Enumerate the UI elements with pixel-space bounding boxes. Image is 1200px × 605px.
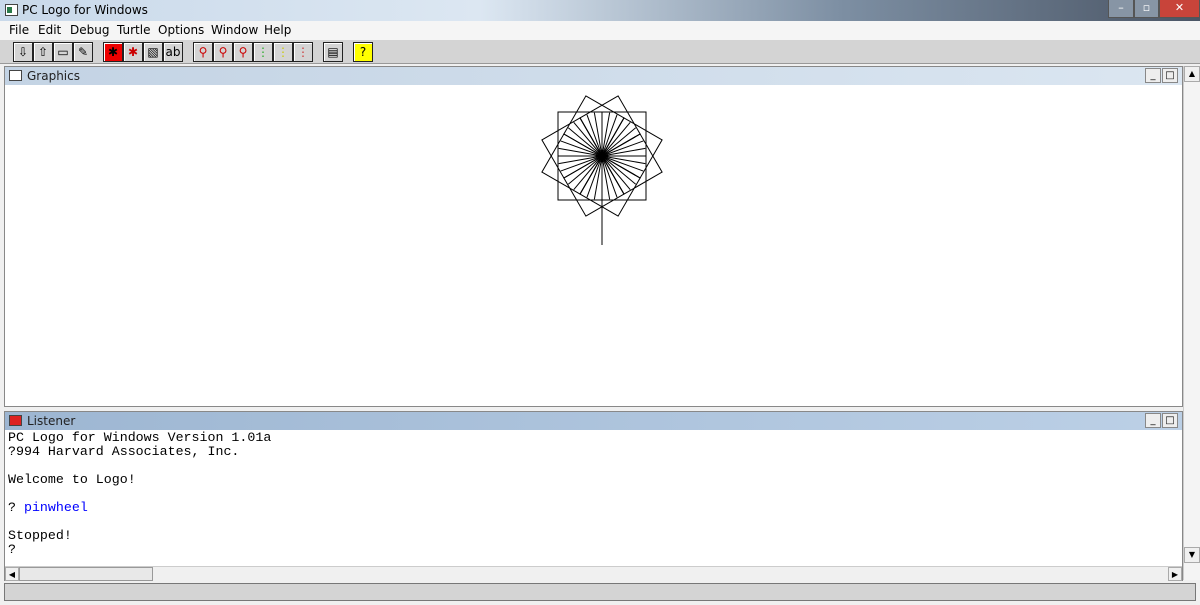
horizontal-scrollbar[interactable]: ◀ ▶ — [5, 566, 1182, 581]
turtle-icon: ✱ — [127, 45, 139, 59]
horizontal-scroll-thumb[interactable] — [19, 567, 153, 581]
output-text: PC Logo for Windows Version 1.01a — [8, 430, 272, 445]
menu-bar: File Edit Debug Turtle Options Window He… — [0, 21, 1200, 40]
listener-line — [8, 487, 1179, 501]
listener-line — [8, 515, 1179, 529]
listener-line: Stopped! — [8, 529, 1179, 543]
print-icon: ▭ — [57, 45, 69, 59]
graphics-maximize-button[interactable]: □ — [1162, 68, 1178, 83]
edit-button[interactable]: ✎ — [73, 42, 93, 62]
load-icon: ⇩ — [17, 45, 29, 59]
vertical-scrollbar[interactable]: ▲ ▼ — [1183, 66, 1200, 580]
stop-light-icon: ⋮ — [297, 45, 309, 59]
graphics-window-icon: ▤ — [327, 45, 339, 59]
output-text: ?994 Harvard Associates, Inc. — [8, 444, 240, 459]
scroll-up-button[interactable]: ▲ — [1184, 66, 1200, 82]
graphics-window-button[interactable]: ▤ — [323, 42, 343, 62]
go-light-button[interactable]: ⋮ — [253, 42, 273, 62]
scroll-left-button[interactable]: ◀ — [5, 567, 19, 581]
menu-help[interactable]: Help — [264, 23, 291, 37]
output-text: ? — [8, 542, 16, 557]
output-text: Welcome to Logo! — [8, 472, 136, 487]
pattern-button[interactable]: ▧ — [143, 42, 163, 62]
listener-caption: Listener _ □ — [5, 412, 1182, 430]
save-button[interactable]: ⇧ — [33, 42, 53, 62]
graphics-canvas[interactable] — [5, 85, 1182, 405]
zoom-in-icon: ⚲ — [198, 45, 208, 59]
listener-output[interactable]: PC Logo for Windows Version 1.01a ?994 Ha… — [5, 430, 1182, 558]
listener-line: PC Logo for Windows Version 1.01a — [8, 431, 1179, 445]
listener-line: Welcome to Logo! — [8, 473, 1179, 487]
menu-window[interactable]: Window — [211, 23, 258, 37]
status-bar — [4, 583, 1196, 601]
turtle-show-icon: ✱ — [107, 45, 119, 59]
stop-light-button[interactable]: ⋮ — [293, 42, 313, 62]
command-text: pinwheel — [23, 500, 88, 515]
close-button[interactable]: ✕ — [1159, 0, 1200, 18]
zoom-reset-icon: ⚲ — [238, 45, 248, 59]
prompt: ? — [8, 500, 24, 515]
scroll-down-button[interactable]: ▼ — [1184, 547, 1200, 563]
print-button[interactable]: ▭ — [53, 42, 73, 62]
zoom-out-button[interactable]: ⚲ — [213, 42, 233, 62]
app-icon — [5, 4, 18, 16]
font-icon: ab — [165, 45, 181, 59]
menu-file[interactable]: File — [9, 23, 29, 37]
menu-options[interactable]: Options — [158, 23, 204, 37]
graphics-minimize-button[interactable]: _ — [1145, 68, 1161, 83]
listener-line: ? — [8, 543, 1179, 557]
listener-line — [8, 459, 1179, 473]
output-text: Stopped! — [8, 528, 72, 543]
minimize-button[interactable]: – — [1108, 0, 1134, 18]
listener-line: ? pinwheel — [8, 501, 1179, 515]
toolbar: ⇩ ⇧ ▭ ✎ ✱ ✱ ▧ ab ⚲ ⚲ ⚲ ⋮ ⋮ ⋮ ▤? — [0, 40, 1200, 64]
turtle-button[interactable]: ✱ — [123, 42, 143, 62]
menu-turtle[interactable]: Turtle — [117, 23, 150, 37]
graphics-caption: Graphics _ □ — [5, 67, 1182, 85]
pause-light-button[interactable]: ⋮ — [273, 42, 293, 62]
pause-light-icon: ⋮ — [277, 45, 289, 59]
turtle-show-button[interactable]: ✱ — [103, 42, 123, 62]
listener-icon — [9, 415, 22, 426]
scroll-right-button[interactable]: ▶ — [1168, 567, 1182, 581]
pattern-icon: ▧ — [147, 45, 159, 59]
load-button[interactable]: ⇩ — [13, 42, 33, 62]
save-icon: ⇧ — [37, 45, 49, 59]
font-button[interactable]: ab — [163, 42, 183, 62]
help-button[interactable]: ? — [353, 42, 373, 62]
graphics-title: Graphics — [27, 69, 80, 83]
zoom-reset-button[interactable]: ⚲ — [233, 42, 253, 62]
go-light-icon: ⋮ — [257, 45, 269, 59]
listener-minimize-button[interactable]: _ — [1145, 413, 1161, 428]
window-title: PC Logo for Windows — [22, 3, 148, 17]
edit-icon: ✎ — [77, 45, 89, 59]
zoom-in-button[interactable]: ⚲ — [193, 42, 213, 62]
zoom-out-icon: ⚲ — [218, 45, 228, 59]
help-icon: ? — [359, 45, 367, 59]
maximize-button[interactable]: ▫ — [1134, 0, 1159, 18]
listener-line: ?994 Harvard Associates, Inc. — [8, 445, 1179, 459]
listener-title: Listener — [27, 414, 76, 428]
menu-debug[interactable]: Debug — [70, 23, 109, 37]
menu-edit[interactable]: Edit — [38, 23, 61, 37]
listener-window: Listener _ □ PC Logo for Windows Version… — [4, 411, 1183, 581]
graphics-window: Graphics _ □ — [4, 66, 1183, 407]
listener-maximize-button[interactable]: □ — [1162, 413, 1178, 428]
graphics-window-icon — [9, 70, 22, 81]
title-bar: PC Logo for Windows – ▫ ✕ — [0, 0, 1200, 21]
